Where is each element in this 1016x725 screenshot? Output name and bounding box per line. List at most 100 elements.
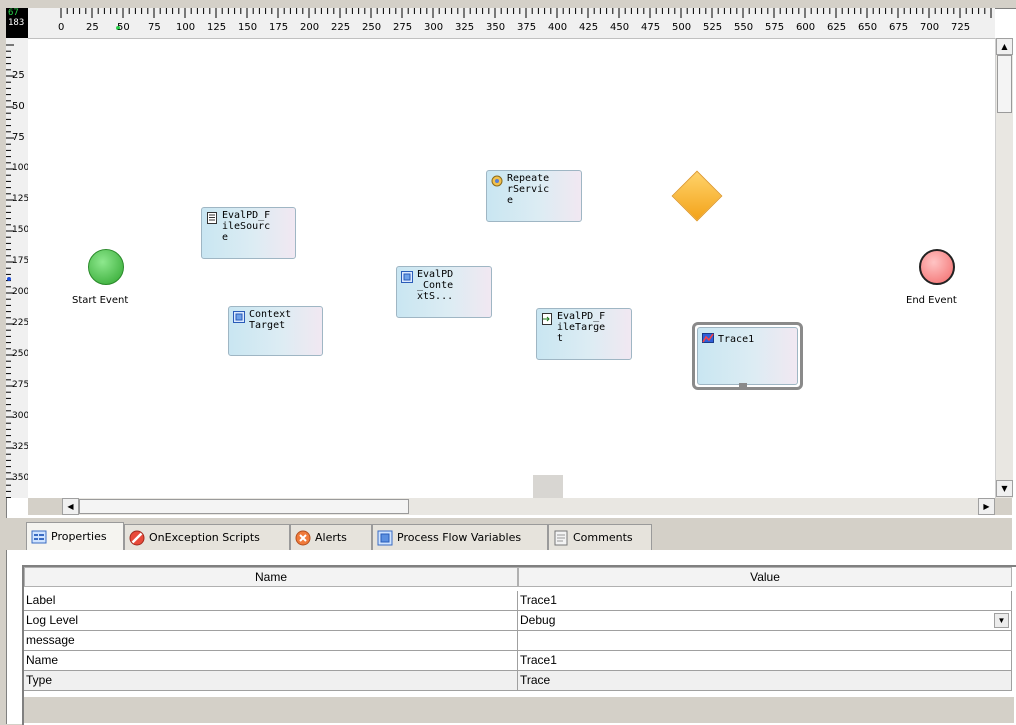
document-icon (207, 212, 217, 224)
file-target-icon (542, 313, 552, 325)
ruler-tick-label: 600 (796, 22, 816, 33)
tab-onexception-scripts[interactable]: OnException Scripts (124, 524, 290, 550)
table-row[interactable]: Label Trace1 (24, 591, 1012, 611)
ruler-tick-label: 725 (951, 22, 971, 33)
ruler-tick-label: 300 (12, 411, 29, 421)
property-value-cell[interactable]: Trace1 (518, 651, 1012, 671)
panel-tab-bar: Properties OnException Scripts Alerts Pr… (6, 518, 1012, 550)
ruler-tick-label: 75 (148, 22, 161, 33)
ruler-tick-label: 150 (12, 225, 29, 235)
ruler-tick-label: 200 (300, 22, 320, 33)
resize-handle[interactable] (739, 383, 747, 387)
log-level-value: Debug (520, 613, 556, 627)
ruler-tick-label: 325 (455, 22, 475, 33)
horizontal-ruler-ticks (60, 8, 992, 30)
table-row[interactable]: Name Trace1 (24, 651, 1012, 671)
node-label: Trace1 (718, 334, 755, 345)
canvas-scroll-marker (533, 475, 563, 498)
vertical-scroll-thumb[interactable] (997, 55, 1012, 113)
table-row[interactable]: Type Trace (24, 671, 1012, 691)
ruler-tick-label: 250 (12, 349, 29, 359)
gateway-diamond[interactable] (671, 170, 723, 222)
ruler-tick-label: 200 (12, 287, 29, 297)
ruler-tick-label: 275 (393, 22, 413, 33)
property-value-cell[interactable]: Trace (518, 671, 1012, 691)
property-value-cell[interactable] (518, 631, 1012, 651)
grid-empty-area (24, 697, 1014, 723)
scroll-up-button[interactable]: ▲ (996, 38, 1013, 55)
horizontal-scrollbar[interactable]: ◀ ▶ (62, 498, 995, 515)
ruler-tick-label: 75 (12, 132, 25, 143)
properties-icon (31, 530, 47, 543)
ruler-tick-label: 175 (269, 22, 289, 33)
tab-label: Alerts (315, 531, 347, 544)
column-header-name[interactable]: Name (24, 567, 518, 587)
variables-icon (377, 530, 393, 545)
ruler-cursor-marker-vertical (7, 277, 11, 281)
node-eval-context[interactable]: EvalPD _Conte xtS... (396, 266, 492, 318)
ruler-tick-label: 625 (827, 22, 847, 33)
end-event[interactable] (919, 249, 955, 285)
tab-label: OnException Scripts (149, 531, 260, 544)
property-name-cell: Name (24, 651, 518, 671)
service-gears-icon (491, 175, 503, 187)
hscroll-spacer (28, 498, 62, 515)
ruler-tick-label: 0 (58, 22, 65, 33)
tab-process-flow-variables[interactable]: Process Flow Variables (372, 524, 548, 550)
ruler-tick-label: 525 (703, 22, 723, 33)
ruler-tick-label: 450 (610, 22, 630, 33)
property-value-cell[interactable]: Trace1 (518, 591, 1012, 611)
resize-handle[interactable] (739, 322, 747, 325)
ruler-tick-label: 225 (12, 318, 29, 328)
cursor-y-readout: 183 (8, 18, 25, 28)
tab-label: Properties (51, 530, 107, 543)
ruler-tick-label: 275 (12, 380, 29, 390)
ruler-tick-label: 50 (12, 101, 25, 112)
context-icon (233, 311, 245, 323)
node-label: EvalPD_F ileSourc e (222, 210, 271, 243)
scroll-down-button[interactable]: ▼ (996, 480, 1013, 497)
process-flow-canvas[interactable]: Start Event End Event EvalPD_F ileSourc … (28, 39, 995, 498)
ruler-tick-label: 650 (858, 22, 878, 33)
vertical-ruler: 25 50 75 100 125 150 175 200 225 250 275 300 325 350 (6, 38, 29, 498)
table-row[interactable]: Log Level Debug ▼ (24, 611, 1012, 631)
context-icon (401, 271, 413, 283)
ruler-tick-label: 475 (641, 22, 661, 33)
node-trace1[interactable]: Trace1 (697, 327, 798, 385)
tab-comments[interactable]: Comments (548, 524, 652, 550)
tab-label: Comments (573, 531, 633, 544)
ruler-corner: 67 183 (6, 8, 28, 38)
node-trace1-selection[interactable]: Trace1 (692, 322, 803, 390)
size-grip (995, 498, 1012, 515)
start-event[interactable] (88, 249, 124, 285)
tab-properties[interactable]: Properties (26, 522, 124, 550)
column-header-value[interactable]: Value (518, 567, 1012, 587)
node-label: EvalPD_F ileTarge t (557, 311, 606, 344)
property-name-cell: Label (24, 591, 518, 611)
ruler-tick-label: 575 (765, 22, 785, 33)
scroll-right-button[interactable]: ▶ (978, 498, 995, 515)
node-eval-file-target[interactable]: EvalPD_F ileTarge t (536, 308, 632, 360)
node-label: Context Target (249, 309, 292, 331)
trace-chart-icon (702, 333, 714, 343)
property-name-cell: Type (24, 671, 518, 691)
comments-icon (554, 530, 568, 545)
node-label: EvalPD _Conte xtS... (417, 269, 454, 302)
scroll-left-button[interactable]: ◀ (62, 498, 79, 515)
property-name-cell: Log Level (24, 611, 518, 631)
ruler-tick-label: 125 (12, 194, 29, 204)
property-value-cell[interactable]: Debug ▼ (518, 611, 1012, 631)
horizontal-scroll-thumb[interactable] (79, 499, 409, 514)
tab-alerts[interactable]: Alerts (290, 524, 372, 550)
dropdown-arrow-button[interactable]: ▼ (994, 613, 1009, 628)
node-eval-file-source[interactable]: EvalPD_F ileSourc e (201, 207, 296, 259)
ruler-tick-label: 425 (579, 22, 599, 33)
ruler-tick-label: 100 (176, 22, 196, 33)
table-row[interactable]: message (24, 631, 1012, 651)
ruler-tick-label: 150 (238, 22, 258, 33)
node-repeater-service[interactable]: Repeate rServic e (486, 170, 582, 222)
node-context-target[interactable]: Context Target (228, 306, 323, 356)
vertical-scrollbar[interactable]: ▲ ▼ (995, 38, 1013, 498)
ruler-tick-label: 25 (12, 70, 25, 81)
ruler-tick-label: 500 (672, 22, 692, 33)
